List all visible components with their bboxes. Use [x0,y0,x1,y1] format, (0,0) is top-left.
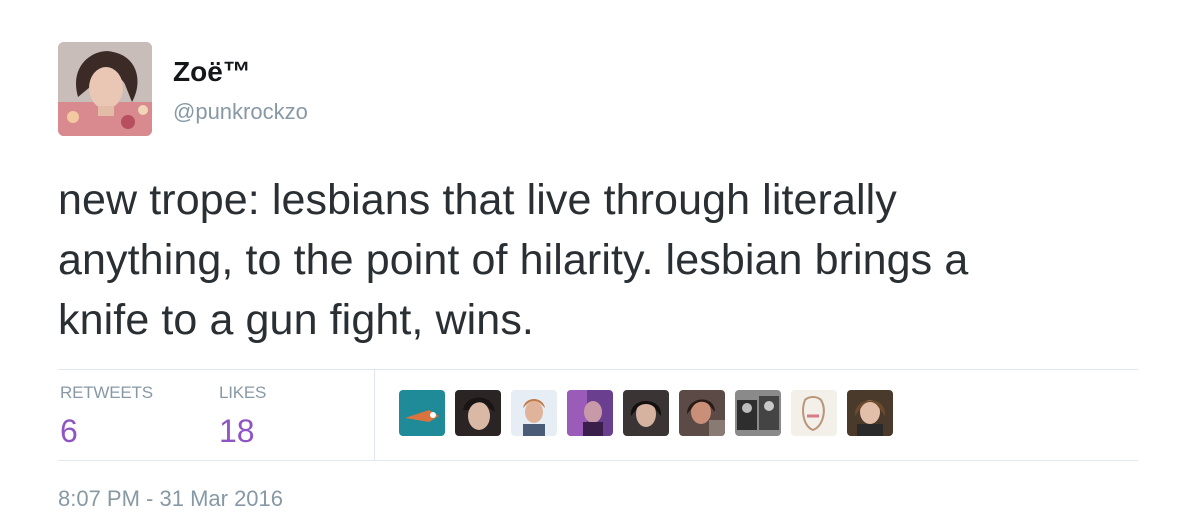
liker-avatar[interactable] [455,390,501,436]
liker-avatar[interactable] [623,390,669,436]
tweet-text-line: new trope: lesbians that live through li… [58,176,897,224]
tweet-text-line: anything, to the point of hilarity. lesb… [58,236,969,284]
retweets-stat[interactable]: RETWEETS 6 [60,383,153,450]
liker-avatar[interactable] [791,390,837,436]
likes-stat[interactable]: LIKES 18 [219,383,266,450]
likes-label: LIKES [219,383,267,402]
retweets-label: RETWEETS [60,383,153,402]
display-name[interactable]: Zoë™ [173,56,251,88]
divider-top [58,369,1138,370]
likes-count: 18 [219,413,255,449]
user-handle[interactable]: @punkrockzo [173,99,308,125]
liker-avatar[interactable] [735,390,781,436]
user-avatar[interactable] [58,42,152,136]
liker-avatar[interactable] [679,390,725,436]
tweet-timestamp[interactable]: 8:07 PM - 31 Mar 2016 [58,486,283,512]
stats-divider [374,370,375,460]
likers-avatar-list [399,390,893,436]
tweet-text: new trope: lesbians that live through li… [58,170,1168,350]
divider-bottom [58,460,1138,461]
retweets-count: 6 [60,413,78,449]
liker-avatar[interactable] [847,390,893,436]
liker-avatar[interactable] [567,390,613,436]
tweet-text-line: knife to a gun fight, wins. [58,296,534,344]
liker-avatar[interactable] [399,390,445,436]
liker-avatar[interactable] [511,390,557,436]
